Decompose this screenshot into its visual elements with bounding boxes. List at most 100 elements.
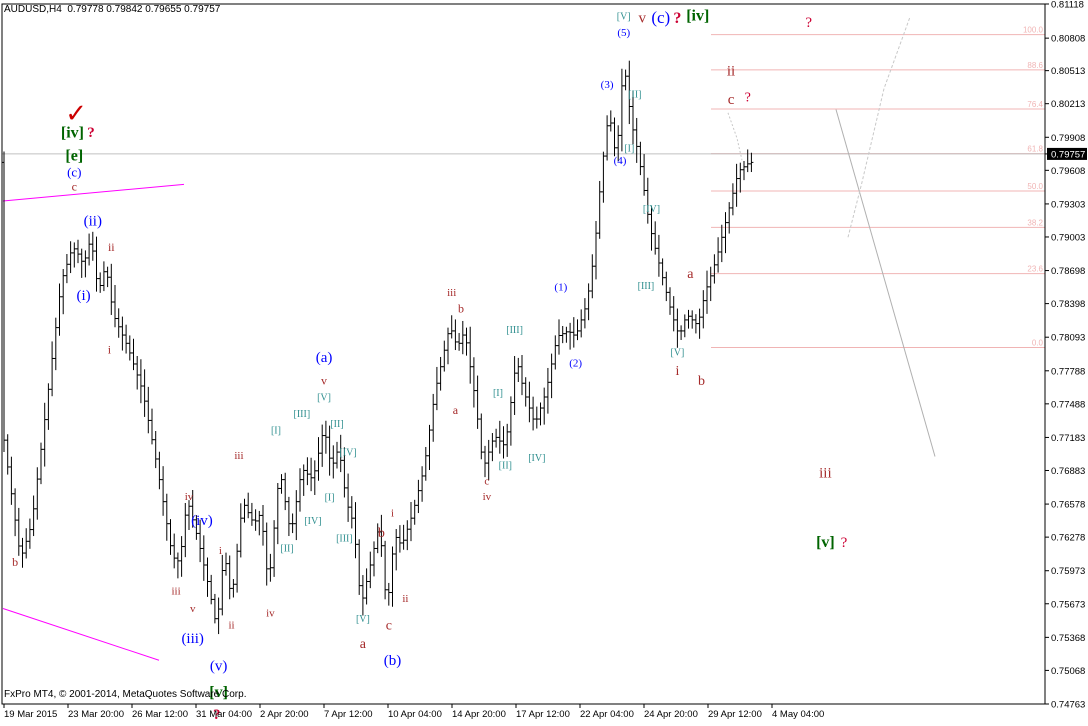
wave-label: [II] [628, 90, 641, 101]
fib-level-label: 0.0 [1032, 338, 1044, 347]
wave-label: (c) [651, 8, 670, 27]
price-bar [460, 320, 465, 355]
fib-level-label: 76.4 [1027, 100, 1043, 109]
price-bar [316, 437, 321, 481]
fib-level-label: 38.2 [1027, 218, 1043, 227]
y-tick-label: 0.77183 [1051, 433, 1085, 444]
price-bar [497, 420, 502, 454]
wave-label: (v) [210, 658, 228, 674]
y-tick-label: 0.80808 [1051, 34, 1085, 45]
price-bar [557, 319, 561, 355]
y-tick-label: 0.79003 [1051, 232, 1085, 243]
wave-label: (5) [617, 27, 630, 39]
wave-label: iii [819, 466, 832, 482]
price-bar [723, 212, 728, 254]
price-bar [146, 386, 151, 434]
wave-label: (4) [614, 155, 627, 167]
price-bar [505, 423, 510, 457]
price-bar [249, 502, 254, 526]
wave-label: [I] [325, 493, 335, 504]
price-bar [68, 241, 73, 274]
wave-label: ? [745, 91, 751, 106]
price-bar [575, 319, 580, 341]
wave-label: [IV] [643, 204, 660, 215]
y-tick-label: 0.75368 [1051, 633, 1085, 644]
price-bar [412, 499, 417, 525]
price-bar [320, 424, 325, 467]
wave-label: ? [805, 15, 812, 31]
wave-label: [II] [280, 543, 293, 554]
channel-lines [2, 183, 185, 661]
price-bar [257, 510, 262, 536]
y-tick-label: 0.74763 [1051, 700, 1085, 711]
price-bar [131, 338, 136, 371]
price-bar [286, 496, 291, 537]
price-bar [697, 308, 702, 339]
price-bar [135, 355, 140, 390]
wave-label: (iv) [191, 513, 213, 529]
price-bar [31, 495, 36, 537]
price-bar [268, 553, 273, 582]
candlestick-chart[interactable]: 100.0 88.6 76.4 61.8 50.0 38.2 23.6 0.0 ✓ [iv]?[… [0, 0, 1088, 723]
axes: 0.81118 0.80808 0.80513 0.80213 0.79908 0.797… [1, 0, 1087, 720]
price-bar [608, 110, 613, 132]
price-bar [20, 537, 25, 568]
x-tick-label: 4 May 04:00 [772, 709, 824, 720]
x-tick-label: 23 Mar 20:00 [68, 709, 124, 720]
price-bar [490, 433, 495, 462]
wave-label: (b) [384, 653, 402, 669]
y-tick-label: 0.75973 [1051, 566, 1085, 577]
y-tick-label: 0.77788 [1051, 366, 1085, 377]
x-tick-label: 19 Mar 2015 [4, 709, 57, 720]
price-bar [35, 467, 40, 520]
price-bar [242, 498, 247, 523]
price-bar [597, 180, 602, 239]
wave-label: ii [108, 240, 115, 254]
wave-label: [II] [499, 461, 512, 472]
projection-lines [727, 16, 936, 457]
price-bar [327, 425, 332, 476]
price-bar [57, 283, 62, 336]
wave-label: [I] [493, 388, 503, 399]
price-bar [619, 68, 624, 152]
wave-label: (ii) [84, 213, 102, 229]
price-bar [568, 322, 573, 350]
wave-label: ii [402, 593, 408, 605]
price-bar [708, 266, 713, 302]
wave-label: i [675, 364, 679, 379]
price-bar [653, 221, 658, 255]
price-bar [46, 383, 51, 430]
price-bar [675, 308, 680, 348]
wave-label: [III] [506, 325, 523, 336]
price-bar [2, 151, 6, 452]
price-bar [24, 528, 29, 559]
price-bar [523, 377, 528, 407]
price-bar [727, 202, 732, 234]
wave-label: [V] [670, 347, 684, 358]
price-bar [438, 356, 443, 391]
wave-label: [iv] [61, 124, 84, 141]
price-bar [383, 540, 388, 600]
price-bar [553, 335, 558, 370]
x-tick-label: 2 Apr 20:00 [260, 709, 309, 720]
price-bar [164, 493, 169, 541]
price-bar [386, 582, 391, 606]
wave-label: iii [171, 586, 180, 598]
price-bar [238, 503, 243, 558]
price-bar [235, 543, 240, 593]
price-bar [294, 490, 299, 541]
fib-level-label: 100.0 [1023, 26, 1044, 35]
price-bar [545, 367, 550, 414]
price-bar [323, 420, 328, 454]
open-value: 0.79778 [67, 4, 104, 15]
wave-label: iv [266, 608, 275, 620]
price-bar [90, 231, 95, 261]
price-bar [560, 325, 565, 344]
symbol-label: AUDUSD,H4 [4, 4, 62, 15]
price-bar [701, 290, 706, 329]
price-bar [153, 431, 158, 469]
wave-label: (iii) [181, 631, 204, 647]
wave-label: [III] [294, 409, 311, 420]
price-bar [150, 408, 154, 445]
price-bar [427, 424, 432, 470]
